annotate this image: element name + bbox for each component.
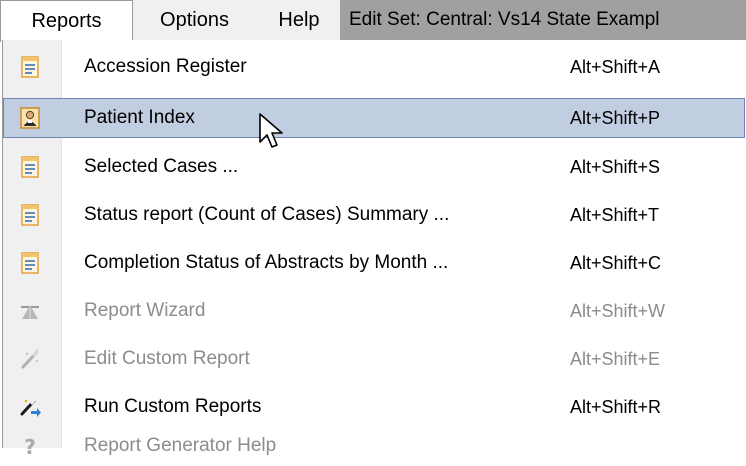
menu-item-shortcut: Alt+Shift+A	[570, 57, 661, 77]
edit-set-title: Edit Set: Central: Vs14 State Exampl	[340, 0, 746, 40]
menu-options[interactable]: Options	[138, 0, 251, 40]
menu-reports-label: Reports	[31, 10, 102, 32]
menu-item-label: Accession Register	[84, 56, 247, 77]
menu-help-label: Help	[278, 8, 320, 31]
menu-item-accession-register[interactable]: Accession Register Alt+Shift+A	[3, 47, 745, 87]
report-icon	[21, 156, 39, 178]
help-icon: ?	[24, 435, 36, 457]
magic-wand-run-icon	[20, 397, 41, 417]
menu-item-status-report-summary[interactable]: Status report (Count of Cases) Summary .…	[3, 195, 745, 235]
report-icon	[21, 56, 39, 78]
menu-item-report-wizard: Report Wizard Alt+Shift+W	[3, 291, 745, 331]
menu-item-shortcut: Alt+Shift+P	[570, 108, 661, 128]
menu-item-label: Report Wizard	[84, 300, 206, 321]
edit-set-text: Edit Set: Central: Vs14 State Exampl	[349, 9, 660, 30]
reports-dropdown-menu: Accession Register Alt+Shift+A Patient I…	[2, 40, 746, 457]
menu-item-label: Report Generator Help	[84, 435, 277, 456]
menu-item-shortcut: Alt+Shift+W	[570, 301, 666, 321]
menu-item-completion-status[interactable]: Completion Status of Abstracts by Month …	[3, 243, 745, 283]
menu-bar: Reports Options Help Edit Set: Central: …	[0, 0, 746, 42]
menu-item-label: Run Custom Reports	[84, 396, 262, 417]
menu-item-shortcut: Alt+Shift+E	[570, 349, 661, 369]
menu-item-label: Status report (Count of Cases) Summary .…	[84, 204, 450, 225]
menu-item-run-custom-reports[interactable]: Run Custom Reports Alt+Shift+R	[3, 387, 745, 427]
menu-item-label: Patient Index	[84, 107, 195, 128]
menu-help[interactable]: Help	[262, 0, 336, 40]
menu-options-label: Options	[160, 8, 229, 31]
menu-item-shortcut: Alt+Shift+T	[570, 205, 660, 225]
menu-reports[interactable]: Reports	[0, 0, 133, 42]
menu-item-selected-cases[interactable]: Selected Cases ... Alt+Shift+S	[3, 147, 745, 187]
menu-item-edit-custom-report: Edit Custom Report Alt+Shift+E	[3, 339, 745, 379]
svg-text:?: ?	[24, 435, 36, 457]
menu-item-shortcut: Alt+Shift+S	[570, 157, 661, 177]
menu-item-label: Edit Custom Report	[84, 348, 250, 369]
magic-wand-icon	[21, 349, 39, 369]
wizard-icon	[21, 305, 39, 319]
menu-item-shortcut: Alt+Shift+R	[570, 397, 662, 417]
menu-item-label: Completion Status of Abstracts by Month …	[84, 252, 449, 273]
menu-item-patient-index[interactable]: Patient Index Alt+Shift+P	[3, 98, 745, 138]
report-icon	[21, 252, 39, 274]
report-icon	[21, 204, 39, 226]
menu-item-label: Selected Cases ...	[84, 156, 239, 177]
patient-index-icon	[20, 107, 40, 129]
menu-item-report-generator-help: ? Report Generator Help	[3, 426, 745, 466]
mouse-pointer-icon	[259, 113, 283, 148]
menu-item-shortcut: Alt+Shift+C	[570, 253, 662, 273]
